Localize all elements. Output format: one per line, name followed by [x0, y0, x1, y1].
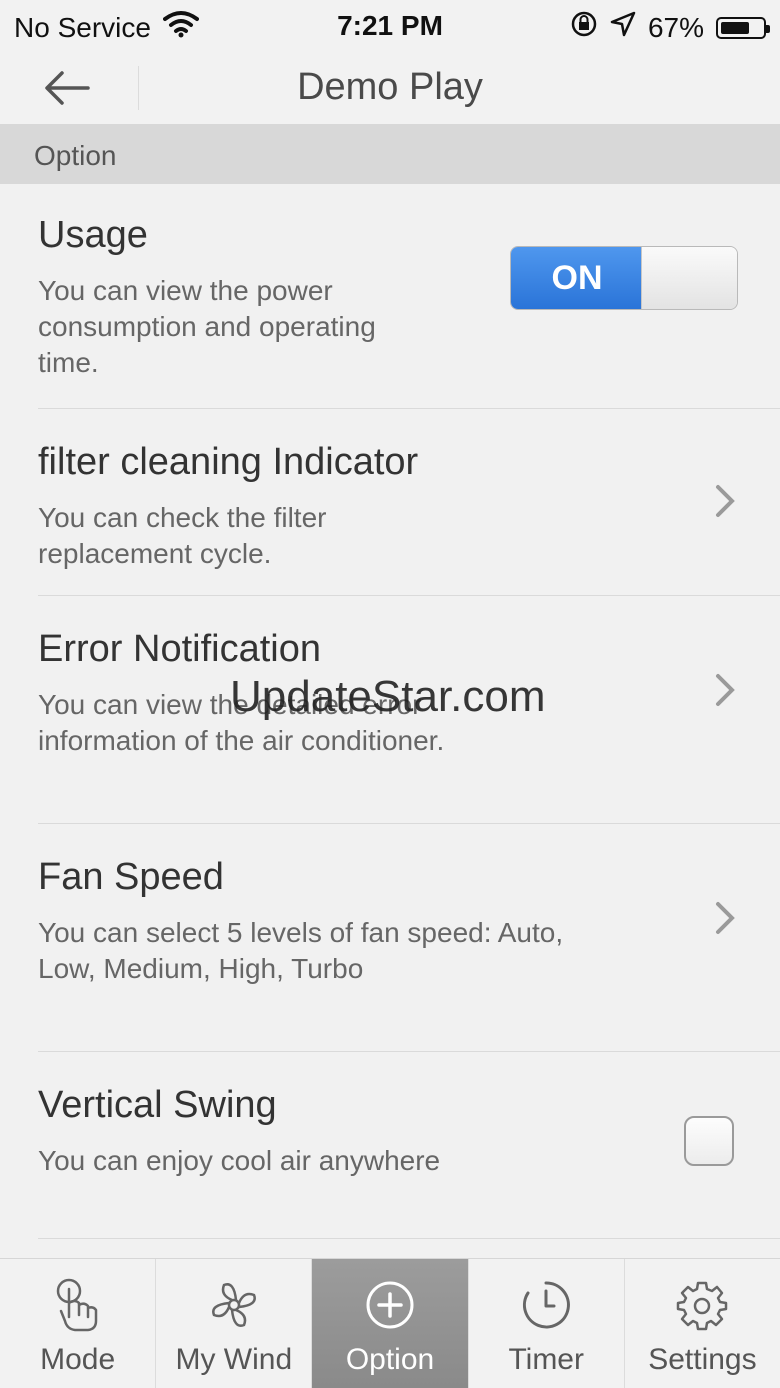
section-header: Option — [0, 124, 780, 184]
orientation-lock-icon — [570, 10, 598, 45]
chevron-right-icon — [716, 674, 735, 706]
toggle-knob — [641, 247, 737, 309]
chevron-right-icon — [716, 485, 735, 517]
tab-mode[interactable]: Mode — [0, 1259, 157, 1388]
nav-bar: Demo Play — [0, 52, 780, 124]
tab-option[interactable]: Option — [312, 1259, 469, 1388]
status-bar: No Service 7:21 PM 67% — [0, 0, 780, 52]
divider — [38, 1238, 780, 1239]
usage-toggle[interactable]: ON — [510, 246, 738, 310]
item-description: You can view the power consumption and o… — [38, 275, 376, 378]
item-description: You can check the filter replacement cyc… — [38, 502, 327, 569]
list-item-filter-cleaning[interactable]: filter cleaning Indicator You can check … — [0, 409, 780, 596]
tab-label: Option — [345, 1343, 435, 1376]
watermark-text: UpdateStar.com — [230, 672, 546, 721]
list-item-fan-speed[interactable]: Fan Speed You can select 5 levels of fan… — [0, 824, 780, 1052]
tab-settings[interactable]: Settings — [625, 1259, 780, 1388]
item-title: Fan Speed — [38, 856, 224, 898]
battery-percent: 67% — [647, 11, 704, 43]
fan-icon — [206, 1277, 262, 1333]
gear-icon — [676, 1277, 728, 1333]
item-title: Vertical Swing — [38, 1084, 277, 1126]
page-title: Demo Play — [297, 66, 483, 108]
list-item-usage: Usage You can view the power consumption… — [0, 184, 780, 409]
touch-icon — [53, 1277, 103, 1333]
item-description: You can select 5 levels of fan speed: Au… — [38, 917, 564, 984]
tab-timer[interactable]: Timer — [469, 1259, 625, 1388]
plus-circle-icon — [364, 1277, 416, 1333]
item-title: Error Notification — [38, 628, 321, 670]
vertical-swing-checkbox[interactable] — [684, 1116, 734, 1166]
toggle-on-label: ON — [511, 247, 643, 309]
list-item-vertical-swing: Vertical Swing You can enjoy cool air an… — [0, 1052, 780, 1240]
item-title: filter cleaning Indicator — [38, 441, 419, 483]
timer-icon — [520, 1277, 572, 1333]
item-description: You can enjoy cool air anywhere — [38, 1145, 441, 1176]
tab-my-wind[interactable]: My Wind — [156, 1259, 313, 1388]
status-right: 67% — [570, 10, 770, 45]
tab-label: Mode — [40, 1343, 116, 1376]
tab-label: Settings — [648, 1343, 757, 1376]
item-title: Usage — [38, 214, 148, 256]
tab-bar: Mode My Wind Option Timer Settings — [0, 1258, 780, 1388]
tab-label: My Wind — [175, 1343, 293, 1376]
location-arrow-icon — [610, 11, 636, 44]
battery-icon — [716, 16, 770, 39]
chevron-right-icon — [716, 902, 735, 934]
tab-label: Timer — [508, 1343, 584, 1376]
